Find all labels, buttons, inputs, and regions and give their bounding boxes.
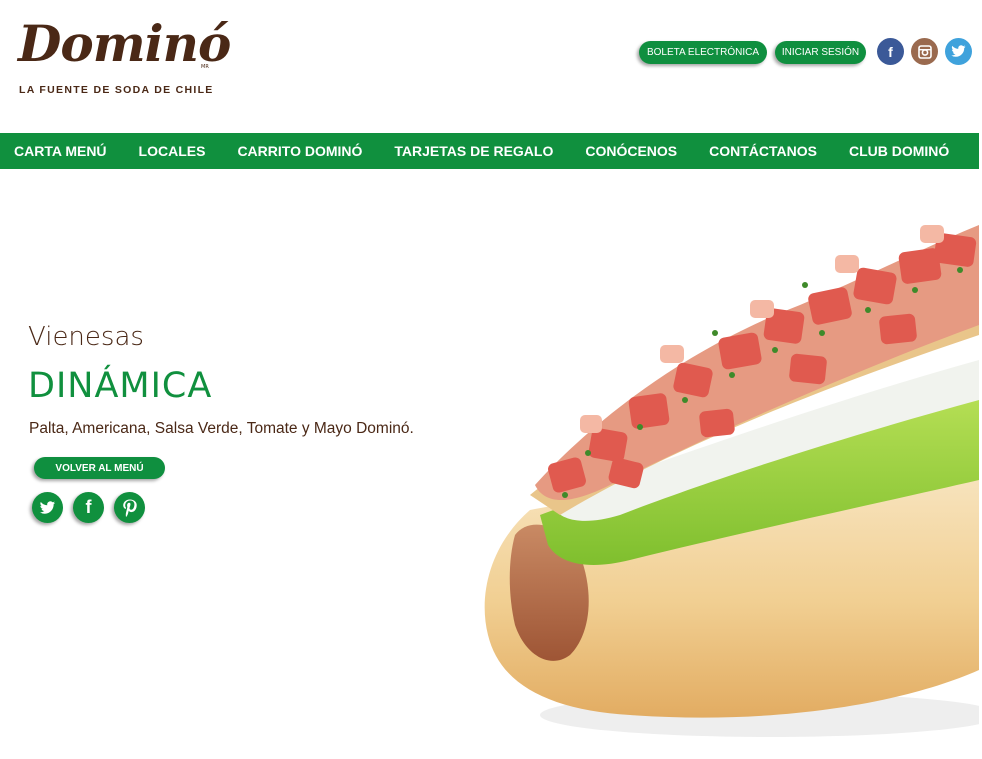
nav-item-conocenos[interactable]: CONÓCENOS	[585, 143, 677, 159]
product-title: DINÁMICA	[28, 366, 213, 406]
twitter-glyph	[951, 45, 966, 57]
pinterest-glyph	[122, 499, 137, 517]
main-nav: CARTA MENÚ LOCALES CARRITO DOMINÓ TARJET…	[0, 133, 979, 169]
login-button[interactable]: INICIAR SESIÓN	[775, 41, 866, 64]
trademark-mark: MR	[201, 64, 209, 70]
twitter-glyph	[39, 500, 56, 514]
share-twitter-icon[interactable]	[32, 492, 63, 523]
brand-logo[interactable]: Dominó MR LA FUENTE DE SODA DE CHILE	[18, 8, 231, 100]
boleta-electronica-button[interactable]: BOLETA ELECTRÓNICA	[639, 41, 767, 64]
facebook-icon[interactable]: f	[877, 38, 904, 65]
brand-tagline: LA FUENTE DE SODA DE CHILE	[19, 84, 214, 96]
nav-item-locales[interactable]: LOCALES	[139, 143, 206, 159]
nav-item-carrito-domino[interactable]: CARRITO DOMINÓ	[237, 143, 362, 159]
instagram-icon[interactable]	[911, 38, 938, 65]
twitter-icon[interactable]	[945, 38, 972, 65]
instagram-glyph	[917, 44, 932, 59]
facebook-glyph: f	[85, 497, 92, 517]
facebook-glyph: f	[888, 43, 893, 60]
hot-dog-photo	[484, 225, 979, 737]
brand-name: Dominó	[18, 14, 231, 73]
back-to-menu-button[interactable]: VOLVER AL MENÚ	[34, 457, 165, 479]
share-pinterest-icon[interactable]	[114, 492, 145, 523]
product-description: Palta, Americana, Salsa Verde, Tomate y …	[29, 420, 414, 437]
nav-item-club-domino[interactable]: CLUB DOMINÓ	[849, 143, 949, 159]
product-category: Vienesas	[28, 322, 144, 352]
nav-item-carta-menu[interactable]: CARTA MENÚ	[14, 143, 107, 159]
nav-item-contactanos[interactable]: CONTÁCTANOS	[709, 143, 817, 159]
nav-item-tarjetas-de-regalo[interactable]: TARJETAS DE REGALO	[394, 143, 553, 159]
share-facebook-icon[interactable]: f	[73, 492, 104, 523]
